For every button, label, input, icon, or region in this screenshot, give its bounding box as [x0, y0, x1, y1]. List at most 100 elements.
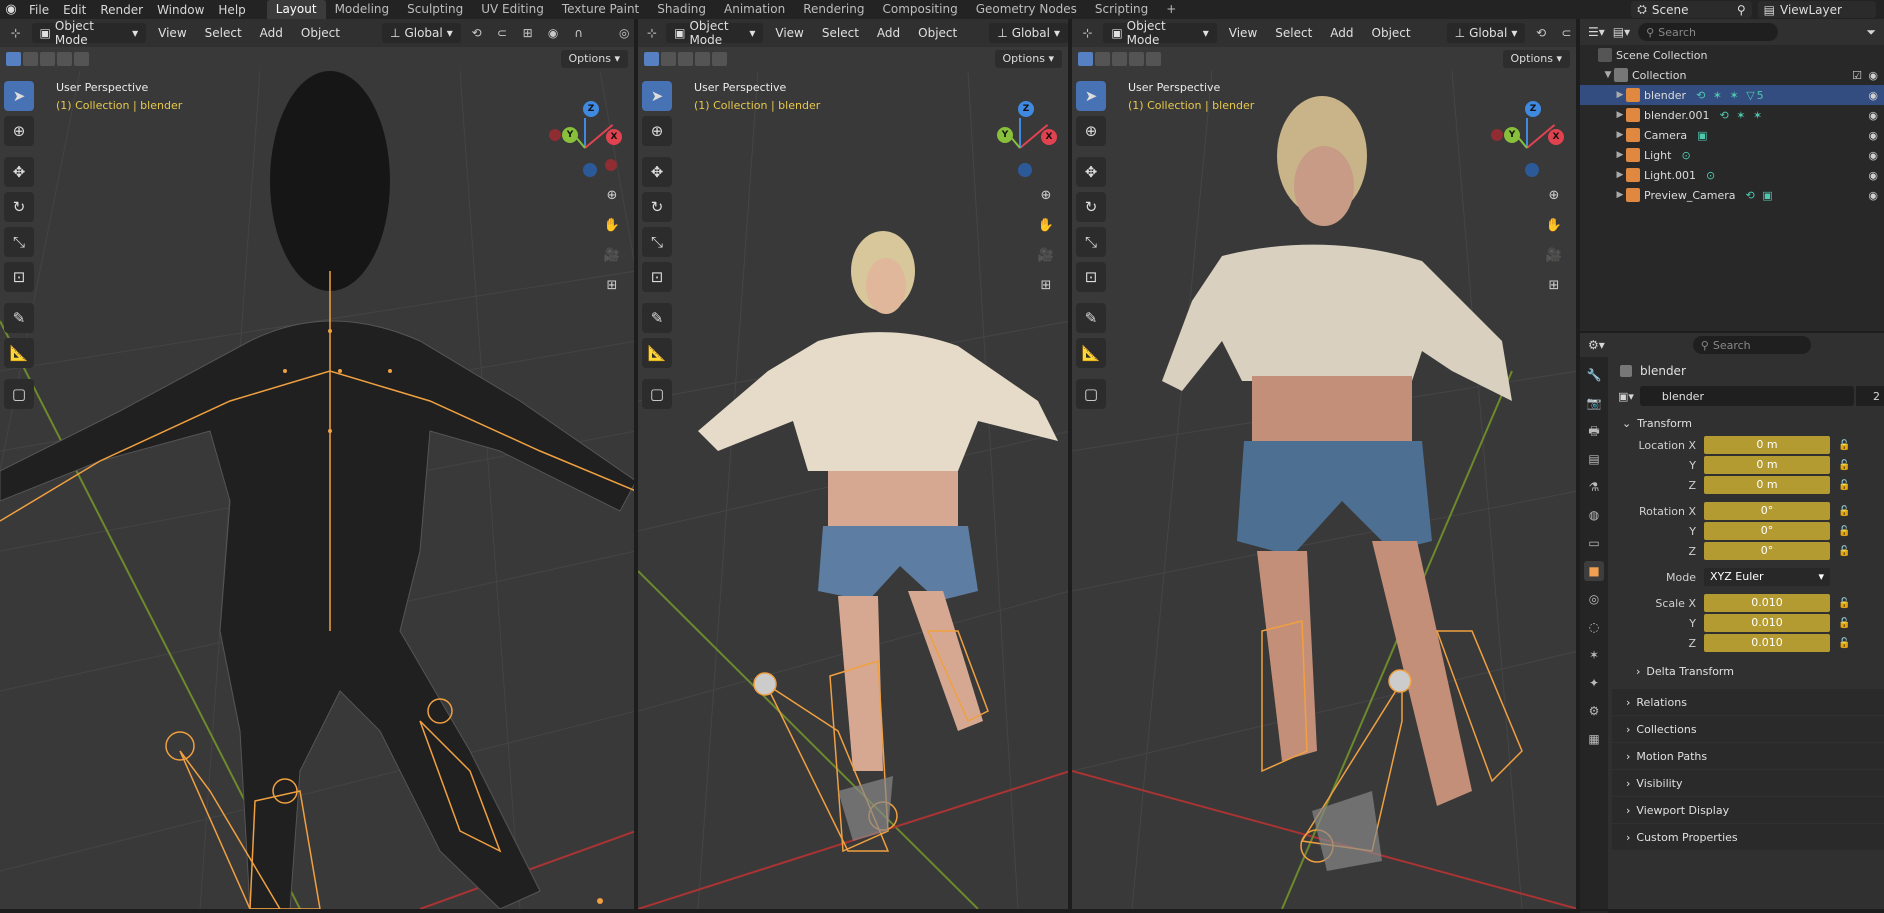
gizmo-y-axis[interactable]: Y	[1504, 127, 1520, 143]
scene-tab-icon[interactable]: ⚗	[1584, 477, 1604, 497]
menu-object[interactable]: Object	[295, 26, 346, 40]
gizmo-neg-z-axis[interactable]	[1525, 163, 1539, 177]
lock-icon[interactable]: 🔓	[1838, 480, 1850, 491]
texture-tab-icon[interactable]: ▦	[1584, 729, 1604, 749]
pan-hand-icon[interactable]: ✋	[600, 213, 624, 237]
scene-collection-row[interactable]: Scene Collection	[1580, 45, 1884, 65]
select-intersect-icon[interactable]	[74, 52, 89, 66]
move-tool[interactable]: ✥	[4, 157, 34, 187]
gizmo-neg-y-axis[interactable]	[549, 129, 561, 141]
cursor-tool[interactable]: ⊕	[642, 116, 672, 146]
tab-animation[interactable]: Animation	[715, 0, 794, 19]
delta-transform-header[interactable]: › Delta Transform	[1612, 659, 1884, 683]
select-invert-icon[interactable]	[1129, 52, 1144, 66]
tab-modeling[interactable]: Modeling	[326, 0, 399, 19]
eye-icon[interactable]: ◉	[1868, 89, 1878, 102]
chevron-right-icon[interactable]: ▶	[1614, 110, 1626, 120]
transform-tool[interactable]: ⊡	[1076, 262, 1106, 292]
annotate-tool[interactable]: ✎	[642, 303, 672, 333]
chevron-right-icon[interactable]: ▶	[1614, 190, 1626, 200]
lock-icon[interactable]: 🔓	[1838, 506, 1850, 517]
chevron-right-icon[interactable]: ▶	[1614, 150, 1626, 160]
select-new-icon[interactable]	[1078, 52, 1093, 66]
tab-compositing[interactable]: Compositing	[873, 0, 966, 19]
chevron-right-icon[interactable]: ▶	[1614, 90, 1626, 100]
tab-layout[interactable]: Layout	[266, 0, 326, 19]
zoom-icon[interactable]: ⊕	[1034, 183, 1058, 207]
chevron-down-icon[interactable]: ▼	[1602, 70, 1614, 80]
tab-uv-editing[interactable]: UV Editing	[472, 0, 553, 19]
modifier-tab-icon[interactable]: ◎	[1584, 589, 1604, 609]
navigation-gizmo[interactable]: Z Y X	[1487, 97, 1567, 177]
menu-add[interactable]: Add	[254, 26, 289, 40]
scale-tool[interactable]: ⤡	[642, 227, 672, 257]
menu-add[interactable]: Add	[871, 26, 906, 40]
visibility-icon[interactable]: ◎	[614, 23, 634, 43]
display-mode-icon[interactable]: ▤▾	[1613, 25, 1630, 39]
snap-icon[interactable]: ⊂	[492, 23, 512, 43]
select-extend-icon[interactable]	[23, 52, 38, 66]
select-box-tool[interactable]: ➤	[1076, 81, 1106, 111]
location-y-field[interactable]: 0 m	[1704, 456, 1830, 474]
tool-tab-icon[interactable]: 🔧	[1584, 365, 1604, 385]
chevron-right-icon[interactable]: ▶	[1614, 130, 1626, 140]
gizmo-z-axis[interactable]: Z	[1525, 101, 1541, 117]
select-extend-icon[interactable]	[1095, 52, 1110, 66]
outliner-item-light-001[interactable]: ▶ Light.001 ⊙ ◉	[1580, 165, 1884, 185]
move-tool[interactable]: ✥	[642, 157, 672, 187]
gizmo-x-axis[interactable]: X	[1548, 129, 1564, 145]
measure-tool[interactable]: 📐	[642, 338, 672, 368]
physics-tab-icon[interactable]: ◌	[1584, 617, 1604, 637]
options-dropdown[interactable]: Options ▾	[1502, 50, 1570, 68]
lock-icon[interactable]: 🔓	[1838, 460, 1850, 471]
proportional-edit-icon[interactable]: ◉	[543, 23, 563, 43]
menu-view[interactable]: View	[1223, 26, 1263, 40]
rotation-mode-dropdown[interactable]: XYZ Euler ▾	[1704, 568, 1830, 586]
properties-search-input[interactable]: ⚲ Search	[1692, 336, 1811, 354]
scene-selector[interactable]: ⛭ Scene ⚲	[1631, 1, 1752, 18]
menu-add[interactable]: Add	[1324, 26, 1359, 40]
rotate-tool[interactable]: ↻	[1076, 192, 1106, 222]
menu-select[interactable]: Select	[199, 26, 248, 40]
menu-object[interactable]: Object	[912, 26, 963, 40]
chevron-right-icon[interactable]: ▶	[1614, 170, 1626, 180]
annotate-tool[interactable]: ✎	[1076, 303, 1106, 333]
add-workspace-button[interactable]: +	[1157, 0, 1185, 19]
select-intersect-icon[interactable]	[1146, 52, 1161, 66]
select-subtract-icon[interactable]	[678, 52, 693, 66]
navigation-gizmo[interactable]: Z Y X	[545, 97, 625, 177]
menu-select[interactable]: Select	[1269, 26, 1318, 40]
select-box-tool[interactable]: ➤	[642, 81, 672, 111]
tab-texture-paint[interactable]: Texture Paint	[553, 0, 648, 19]
scale-tool[interactable]: ⤡	[1076, 227, 1106, 257]
camera-view-icon[interactable]: 🎥	[1034, 243, 1058, 267]
transform-tool[interactable]: ⊡	[642, 262, 672, 292]
object-mode-dropdown[interactable]: ▣ Object Mode ▾	[1103, 19, 1217, 47]
ortho-grid-icon[interactable]: ⊞	[600, 273, 624, 297]
collections-panel[interactable]: › Collections	[1612, 716, 1884, 742]
custom-properties-panel[interactable]: › Custom Properties	[1612, 824, 1884, 850]
cursor-tool[interactable]: ⊕	[1076, 116, 1106, 146]
view-layer-tab-icon[interactable]: ▤	[1584, 449, 1604, 469]
pin-icon[interactable]: ⚲	[1737, 3, 1746, 17]
bone-tab-icon[interactable]: ⚙	[1584, 701, 1604, 721]
gizmo-x-axis[interactable]: X	[1041, 129, 1057, 145]
navigation-gizmo[interactable]: Z Y X	[980, 97, 1060, 177]
zoom-icon[interactable]: ⊕	[600, 183, 624, 207]
world-tab-icon[interactable]: ◍	[1584, 505, 1604, 525]
collection-row[interactable]: ▼ Collection ☑ ◉	[1580, 65, 1884, 85]
measure-tool[interactable]: 📐	[4, 338, 34, 368]
scale-z-field[interactable]: 0.010	[1704, 634, 1830, 652]
gizmo-y-axis[interactable]: Y	[562, 127, 578, 143]
ortho-grid-icon[interactable]: ⊞	[1034, 273, 1058, 297]
menu-render[interactable]: Render	[93, 3, 150, 17]
orientation-dropdown[interactable]: ⊥ Global ▾	[382, 23, 461, 43]
pan-hand-icon[interactable]: ✋	[1034, 213, 1058, 237]
scale-tool[interactable]: ⤡	[4, 227, 34, 257]
rotation-z-field[interactable]: 0°	[1704, 542, 1830, 560]
outliner-item-blender-001[interactable]: ▶ blender.001 ⟲ ✶ ✶ ◉	[1580, 105, 1884, 125]
camera-view-icon[interactable]: 🎥	[600, 243, 624, 267]
lock-icon[interactable]: 🔓	[1838, 638, 1850, 649]
rotate-tool[interactable]: ↻	[642, 192, 672, 222]
viewport-display-panel[interactable]: › Viewport Display	[1612, 797, 1884, 823]
